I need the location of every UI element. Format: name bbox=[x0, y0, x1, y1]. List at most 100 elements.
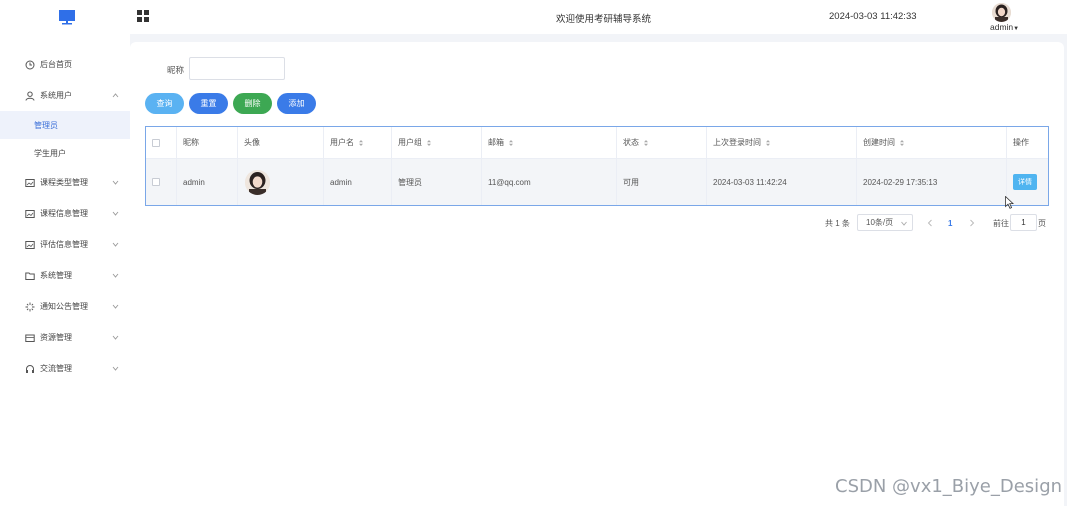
chevron-down-icon bbox=[901, 221, 907, 226]
chevron-up-icon bbox=[112, 93, 119, 98]
chevron-down-icon bbox=[112, 211, 119, 216]
chevron-down-icon bbox=[112, 180, 119, 185]
cell-created: 2024-02-29 17:35:13 bbox=[857, 159, 1007, 205]
sidebar-item-label: 课程信息管理 bbox=[40, 209, 88, 218]
goto-page-input[interactable]: 1 bbox=[1010, 214, 1037, 231]
image-icon bbox=[25, 240, 35, 249]
cell-username: admin bbox=[324, 159, 392, 205]
column-header[interactable]: 上次登录时间 bbox=[707, 127, 857, 158]
prev-page-icon[interactable] bbox=[927, 219, 933, 227]
chevron-down-icon bbox=[112, 304, 119, 309]
column-header[interactable]: 用户组 bbox=[392, 127, 482, 158]
avatar[interactable] bbox=[245, 169, 270, 195]
delete-button[interactable]: 删除 bbox=[233, 93, 272, 114]
sidebar-item-notices[interactable]: 通知公告管理 bbox=[0, 291, 130, 322]
search-label: 昵称 bbox=[167, 65, 185, 75]
chevron-down-icon bbox=[112, 335, 119, 340]
sort-icon[interactable] bbox=[426, 139, 432, 147]
column-header[interactable]: 用户名 bbox=[324, 127, 392, 158]
mouse-cursor-icon bbox=[1005, 196, 1014, 209]
grid-menu-icon[interactable] bbox=[137, 10, 149, 22]
page-size-select[interactable]: 10条/页 bbox=[857, 214, 913, 231]
sidebar-subitem-label: 管理员 bbox=[34, 120, 58, 130]
user-avatar[interactable] bbox=[992, 3, 1011, 22]
sidebar: 后台首页 系统用户 管理员 学生用户 课程类型管理 课程信息管理 评估信息管理 … bbox=[0, 34, 130, 506]
row-checkbox[interactable] bbox=[152, 178, 160, 186]
cell-last-login: 2024-03-03 11:42:24 bbox=[707, 159, 857, 205]
headset-icon bbox=[26, 364, 34, 373]
sidebar-subitem-students[interactable]: 学生用户 bbox=[0, 139, 130, 167]
folder-icon bbox=[25, 272, 35, 280]
header-select-all[interactable] bbox=[146, 127, 177, 158]
column-header: 操作 bbox=[1013, 138, 1029, 147]
column-header: 头像 bbox=[238, 127, 324, 158]
sidebar-item-label: 系统管理 bbox=[40, 271, 72, 280]
sidebar-item-label: 资源管理 bbox=[40, 333, 72, 342]
column-header[interactable]: 创建时间 bbox=[857, 127, 1007, 158]
current-page[interactable]: 1 bbox=[948, 215, 952, 232]
image-icon bbox=[25, 178, 35, 187]
select-all-checkbox[interactable] bbox=[152, 138, 160, 147]
sidebar-item-course-types[interactable]: 课程类型管理 bbox=[0, 167, 130, 198]
top-header: 欢迎使用考研辅导系统 2024-03-03 11:42:33 admin▼ bbox=[0, 0, 1067, 34]
chevron-down-icon bbox=[112, 242, 119, 247]
add-button[interactable]: 添加 bbox=[277, 93, 316, 114]
sidebar-item-label: 交流管理 bbox=[40, 364, 72, 373]
column-header[interactable]: 邮箱 bbox=[482, 127, 617, 158]
current-datetime: 2024-03-03 11:42:33 bbox=[829, 11, 917, 22]
detail-button[interactable]: 详情 bbox=[1013, 174, 1037, 190]
nickname-search-input[interactable] bbox=[189, 57, 285, 80]
user-icon bbox=[25, 91, 35, 101]
user-table: 昵称 头像 用户名 用户组 邮箱 状态 上次登录时间 创建时间 操作 admin bbox=[145, 126, 1049, 206]
sort-icon[interactable] bbox=[508, 139, 514, 147]
cell-group: 管理员 bbox=[392, 159, 482, 205]
sidebar-item-label: 评估信息管理 bbox=[40, 240, 88, 249]
table-header: 昵称 头像 用户名 用户组 邮箱 状态 上次登录时间 创建时间 操作 bbox=[146, 127, 1048, 159]
clock-icon bbox=[25, 60, 35, 69]
main-content: 昵称 查询 重置 删除 添加 昵称 头像 用户名 用户组 邮箱 状态 上次登录时… bbox=[130, 42, 1064, 506]
column-header: 昵称 bbox=[177, 127, 238, 158]
chevron-down-icon bbox=[112, 366, 119, 371]
table-row[interactable]: admin admin 管理员 11@qq.com 可用 2024-03-03 … bbox=[146, 159, 1048, 205]
sidebar-item-system[interactable]: 系统管理 bbox=[0, 260, 130, 291]
cell-avatar bbox=[238, 159, 324, 205]
page-suffix: 页 bbox=[1038, 219, 1046, 228]
sidebar-item-system-users[interactable]: 系统用户 bbox=[0, 80, 130, 111]
row-select[interactable] bbox=[146, 159, 177, 205]
column-header[interactable]: 状态 bbox=[617, 127, 707, 158]
next-page-icon[interactable] bbox=[969, 219, 975, 227]
monitor-logo-icon[interactable] bbox=[58, 8, 76, 26]
sidebar-subitem-admin[interactable]: 管理员 bbox=[0, 111, 130, 139]
sort-icon[interactable] bbox=[643, 139, 649, 147]
sidebar-item-course-info[interactable]: 课程信息管理 bbox=[0, 198, 130, 229]
sort-icon[interactable] bbox=[899, 139, 905, 147]
chevron-down-icon bbox=[112, 273, 119, 278]
avatar-portrait-icon bbox=[245, 169, 270, 195]
sort-icon[interactable] bbox=[358, 139, 364, 147]
sidebar-item-resources[interactable]: 资源管理 bbox=[0, 322, 130, 353]
sidebar-item-label: 系统用户 bbox=[40, 91, 72, 100]
query-button[interactable]: 查询 bbox=[145, 93, 184, 114]
sidebar-item-home[interactable]: 后台首页 bbox=[0, 49, 130, 80]
system-title: 欢迎使用考研辅导系统 bbox=[556, 14, 652, 25]
sidebar-item-evaluation[interactable]: 评估信息管理 bbox=[0, 229, 130, 260]
reset-button[interactable]: 重置 bbox=[189, 93, 228, 114]
avatar-portrait-icon bbox=[992, 3, 1011, 22]
box-icon bbox=[25, 334, 35, 342]
cell-email: 11@qq.com bbox=[482, 159, 617, 205]
watermark: CSDN @vx1_Biye_Design bbox=[835, 476, 1063, 497]
sidebar-item-label: 通知公告管理 bbox=[40, 302, 88, 311]
pagination-total: 共 1 条 bbox=[825, 219, 850, 228]
caret-down-icon: ▼ bbox=[1013, 26, 1020, 32]
sidebar-item-label: 课程类型管理 bbox=[40, 178, 88, 187]
sort-icon[interactable] bbox=[765, 139, 771, 147]
user-menu[interactable]: admin▼ bbox=[990, 22, 1019, 32]
goto-label: 前往 bbox=[993, 219, 1009, 228]
sparkle-icon bbox=[25, 302, 35, 311]
image-icon bbox=[25, 209, 35, 218]
page-size-value: 10条/页 bbox=[866, 218, 894, 227]
sidebar-subitem-label: 学生用户 bbox=[34, 148, 66, 158]
sidebar-item-communication[interactable]: 交流管理 bbox=[0, 353, 130, 384]
sidebar-item-label: 后台首页 bbox=[40, 60, 72, 69]
user-name: admin bbox=[990, 22, 1014, 32]
